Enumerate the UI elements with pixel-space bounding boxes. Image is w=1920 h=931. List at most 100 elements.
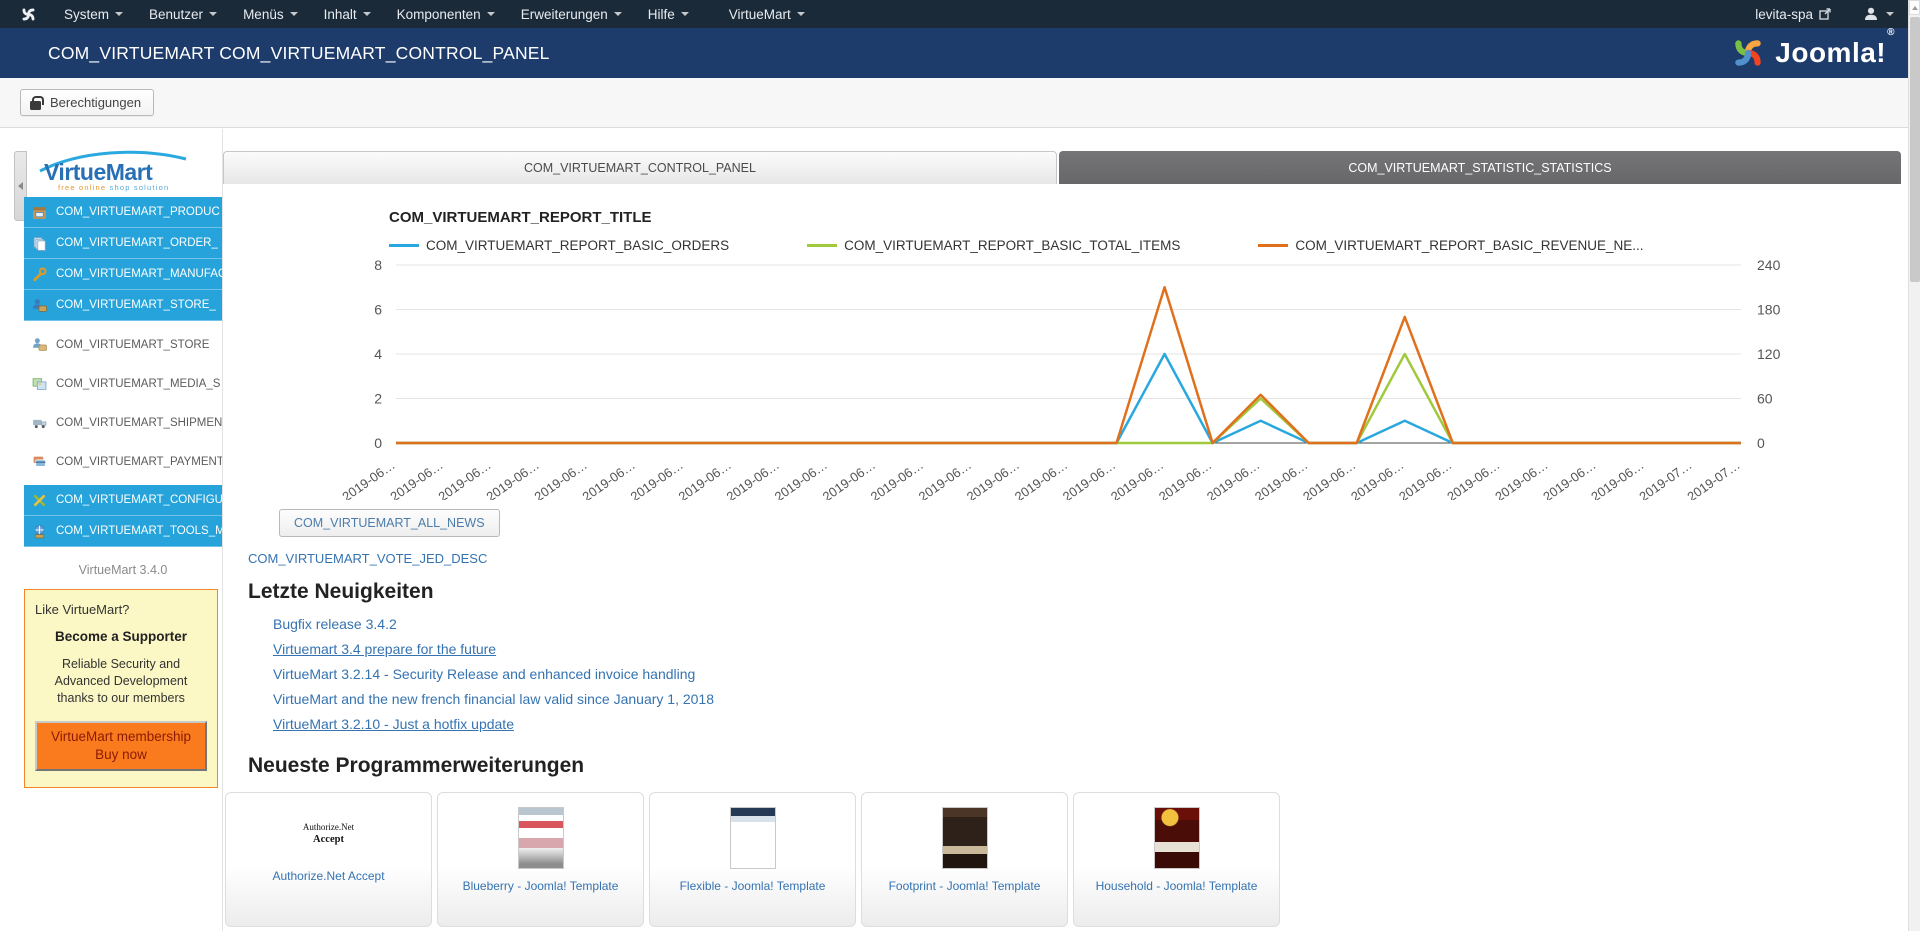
- sidebar-item-configuration[interactable]: COM_VIRTUEMART_CONFIGU: [24, 485, 222, 516]
- menu-label: Menüs: [243, 7, 284, 22]
- page-body: VirtueMart free online shop solution COM…: [0, 129, 1908, 931]
- virtuemart-logo: VirtueMart free online shop solution: [24, 151, 222, 193]
- sidebar-item-label: COM_VIRTUEMART_STORE_: [56, 299, 216, 311]
- sidebar-item-shoppers[interactable]: COM_VIRTUEMART_STORE_: [24, 290, 222, 321]
- extension-link[interactable]: Flexible - Joomla! Template: [680, 879, 826, 893]
- sidebar-item-products[interactable]: COM_VIRTUEMART_PRODUC: [24, 197, 222, 228]
- caret-down-icon: [1886, 12, 1894, 16]
- user-menu[interactable]: [1863, 6, 1894, 22]
- legend-item-total-items: COM_VIRTUEMART_REPORT_BASIC_TOTAL_ITEMS: [807, 238, 1180, 253]
- news-list-item: Bugfix release 3.4.2: [273, 616, 1901, 634]
- chart-legend: COM_VIRTUEMART_REPORT_BASIC_ORDERS COM_V…: [389, 238, 1901, 253]
- caret-down-icon: [363, 12, 371, 16]
- thumbnail-text: Authorize.Net: [303, 822, 354, 832]
- svg-text:60: 60: [1757, 391, 1773, 407]
- promo-headline: Become a Supporter: [35, 629, 207, 644]
- supporter-promo-box: Like VirtueMart? Become a Supporter Reli…: [24, 589, 218, 788]
- thumbnail-text: Accept: [313, 834, 344, 845]
- scroll-thumb[interactable]: [1910, 17, 1920, 282]
- svg-text:2019-07…: 2019-07…: [1684, 457, 1742, 500]
- sidebar-item-label: COM_VIRTUEMART_SHIPMEN: [56, 417, 222, 429]
- sidebar-item-orders[interactable]: COM_VIRTUEMART_ORDER_: [24, 228, 222, 259]
- sidebar-item-label: COM_VIRTUEMART_CONFIGU: [56, 494, 222, 506]
- blueberry-thumbnail: [518, 807, 564, 869]
- extension-link[interactable]: Authorize.Net Accept: [272, 869, 384, 883]
- scroll-up-button[interactable]: [1909, 0, 1920, 15]
- legend-label: COM_VIRTUEMART_REPORT_BASIC_REVENUE_NE..…: [1295, 238, 1643, 253]
- menu-extensions[interactable]: Erweiterungen: [510, 0, 633, 28]
- menu-label: VirtueMart: [729, 7, 791, 22]
- scrollbar[interactable]: [1908, 0, 1920, 931]
- news-heading: Letzte Neuigkeiten: [248, 580, 1901, 604]
- main-panel: COM_VIRTUEMART_CONTROL_PANEL COM_VIRTUEM…: [222, 129, 1901, 931]
- membership-buy-button[interactable]: VirtueMart membership Buy now: [35, 721, 207, 771]
- shopper-icon: [32, 298, 47, 313]
- caret-down-icon: [290, 12, 298, 16]
- extension-link[interactable]: Blueberry - Joomla! Template: [463, 879, 619, 893]
- extension-link[interactable]: Footprint - Joomla! Template: [889, 879, 1041, 893]
- sidebar-item-store[interactable]: COM_VIRTUEMART_STORE: [24, 329, 222, 360]
- svg-text:4: 4: [374, 346, 382, 362]
- menu-label: Erweiterungen: [521, 7, 608, 22]
- menu-menus[interactable]: Menüs: [232, 0, 309, 28]
- report-title: COM_VIRTUEMART_REPORT_TITLE: [389, 209, 1901, 226]
- menu-content[interactable]: Inhalt: [313, 0, 382, 28]
- tab-statistics[interactable]: COM_VIRTUEMART_STATISTIC_STATISTICS: [1059, 151, 1901, 184]
- sidebar-menu: COM_VIRTUEMART_PRODUC COM_VIRTUEMART_ORD…: [24, 197, 222, 547]
- extension-cards: Authorize.Net Accept Authorize.Net Accep…: [225, 792, 1901, 927]
- news-list-item: VirtueMart 3.2.10 - Just a hotfix update: [273, 716, 1901, 734]
- menu-label: Benutzer: [149, 7, 203, 22]
- sidebar-item-shipment[interactable]: COM_VIRTUEMART_SHIPMEN: [24, 407, 222, 438]
- menu-label: Komponenten: [397, 7, 481, 22]
- sidebar-item-label: COM_VIRTUEMART_MANUFAC: [56, 268, 222, 280]
- menu-label: System: [64, 7, 109, 22]
- extension-link[interactable]: Household - Joomla! Template: [1096, 879, 1258, 893]
- arrow-up-icon: [1912, 6, 1918, 10]
- payment-icon: [32, 454, 47, 469]
- extensions-heading: Neueste Programmerweiterungen: [248, 754, 1901, 778]
- joomla-logo: Joomla!®: [1730, 35, 1894, 71]
- menu-components[interactable]: Komponenten: [386, 0, 506, 28]
- extension-card: Blueberry - Joomla! Template: [437, 792, 644, 927]
- footprint-thumbnail: [942, 807, 988, 869]
- sidebar-item-tools[interactable]: COM_VIRTUEMART_TOOLS_MOD: [24, 516, 222, 547]
- vote-jed-link[interactable]: COM_VIRTUEMART_VOTE_JED_DESC: [248, 551, 487, 566]
- news-link[interactable]: VirtueMart and the new french financial …: [273, 691, 714, 707]
- panel-tabs: COM_VIRTUEMART_CONTROL_PANEL COM_VIRTUEM…: [223, 151, 1901, 184]
- store-icon: [32, 337, 47, 352]
- menu-virtuemart[interactable]: VirtueMart: [718, 0, 816, 28]
- products-icon: [32, 205, 47, 220]
- news-link[interactable]: VirtueMart 3.2.14 - Security Release and…: [273, 666, 695, 682]
- menu-system[interactable]: System: [53, 0, 134, 28]
- sidebar-item-label: COM_VIRTUEMART_STORE: [56, 339, 209, 351]
- joomla-logo-text: Joomla!®: [1775, 37, 1894, 69]
- permissions-button[interactable]: Berechtigungen: [20, 89, 154, 116]
- sidebar-item-media[interactable]: COM_VIRTUEMART_MEDIA_S: [24, 368, 222, 399]
- legend-label: COM_VIRTUEMART_REPORT_BASIC_ORDERS: [426, 238, 729, 253]
- joomla-mark-icon: [20, 6, 37, 23]
- media-icon: [32, 376, 47, 391]
- svg-text:0: 0: [374, 435, 382, 451]
- menu-users[interactable]: Benutzer: [138, 0, 228, 28]
- site-preview-link[interactable]: levita-spa: [1755, 7, 1831, 22]
- svg-text:0: 0: [1757, 435, 1765, 451]
- topbar-right: levita-spa: [1755, 6, 1894, 22]
- tab-control-panel[interactable]: COM_VIRTUEMART_CONTROL_PANEL: [223, 151, 1057, 184]
- svg-text:2: 2: [374, 391, 382, 407]
- all-news-button[interactable]: COM_VIRTUEMART_ALL_NEWS: [279, 509, 500, 537]
- menu-label: Inhalt: [324, 7, 357, 22]
- orders-series-swatch: [389, 244, 419, 247]
- news-link[interactable]: Bugfix release 3.4.2: [273, 616, 397, 632]
- news-link[interactable]: VirtueMart 3.2.10 - Just a hotfix update: [273, 716, 514, 732]
- report-chart: 002604120618082402019-06…2019-06…2019-06…: [331, 253, 1811, 500]
- sidebar-item-manufacturers[interactable]: COM_VIRTUEMART_MANUFAC: [24, 259, 222, 290]
- caret-down-icon: [487, 12, 495, 16]
- sidebar-item-payment[interactable]: COM_VIRTUEMART_PAYMENT: [24, 446, 222, 477]
- menu-help[interactable]: Hilfe: [637, 0, 700, 28]
- report-chart-wrap: 002604120618082402019-06…2019-06…2019-06…: [331, 253, 1901, 505]
- svg-text:240: 240: [1757, 257, 1781, 273]
- configuration-icon: [32, 493, 47, 508]
- news-link[interactable]: Virtuemart 3.4 prepare for the future: [273, 641, 496, 657]
- sidebar-item-label: COM_VIRTUEMART_TOOLS_MOD: [56, 525, 222, 537]
- caret-down-icon: [614, 12, 622, 16]
